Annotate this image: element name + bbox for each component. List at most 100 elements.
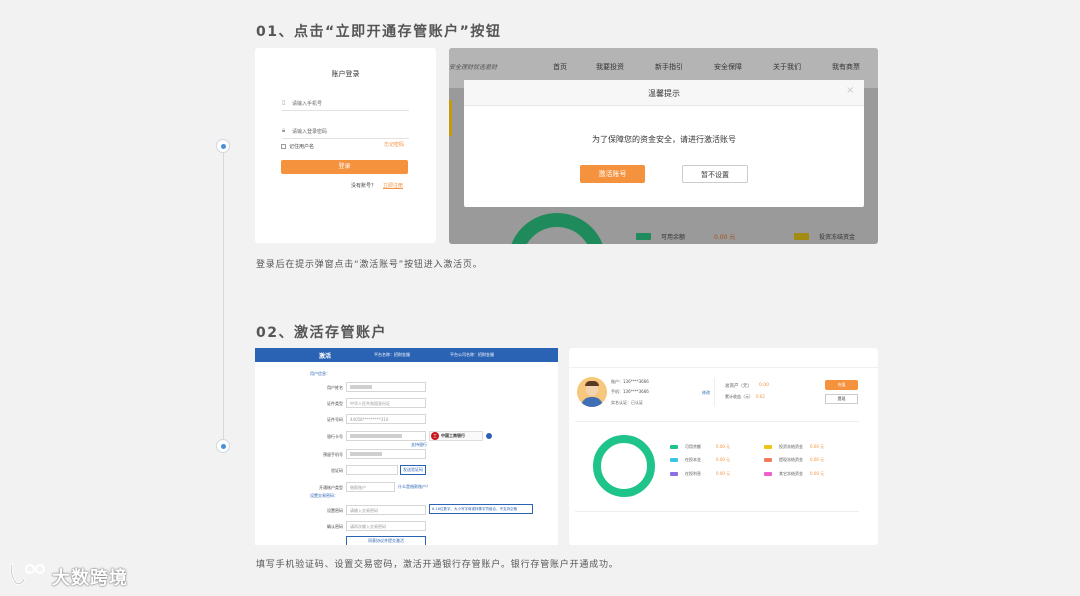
- field-label-code: 验证码: [331, 468, 343, 473]
- legend-value-1: 0.00 元: [716, 457, 731, 462]
- login-button[interactable]: 登录: [281, 160, 408, 174]
- withdraw-button[interactable]: 提现: [825, 394, 858, 404]
- legend-label-2: 在投利息: [685, 471, 701, 476]
- legend-swatch-5: [764, 472, 772, 476]
- password-underline: [282, 138, 409, 139]
- field-label-idnumber: 证件号码: [327, 417, 343, 422]
- nav-security[interactable]: 安全保障: [714, 62, 742, 72]
- field-label-set-password: 设置密码: [327, 508, 343, 513]
- phone-input-reserved[interactable]: [346, 449, 426, 459]
- idtype-select[interactable]: 中华人民共和国身份证: [346, 398, 426, 408]
- confirm-password-input[interactable]: 请再次输入交易密码: [346, 521, 426, 531]
- avatar: [577, 377, 607, 407]
- step1-title: 01、点击“立即开通存管账户”按钮: [256, 24, 502, 40]
- accumulated-value: 0.62: [756, 394, 765, 399]
- account-type-select[interactable]: 借款账户: [346, 482, 395, 492]
- section-user-info: 用户信息：: [310, 371, 330, 376]
- watermark-text: 大数跨境: [52, 568, 128, 589]
- divider-vertical: [714, 378, 715, 406]
- phone-icon: ▯: [282, 99, 286, 106]
- remember-label: 记住用户名: [289, 144, 315, 150]
- login-title: 账户登录: [331, 70, 360, 78]
- accumulated-label: 累计收益（元）: [725, 394, 753, 399]
- legend-label-3: 投资冻结资金: [779, 444, 803, 449]
- submit-activation-button[interactable]: 同意协议并提交激活: [346, 536, 426, 545]
- supported-banks-link[interactable]: 支持银行: [411, 442, 427, 448]
- total-assets-value: 0.00: [759, 383, 770, 388]
- section-password: 设置交易密码：: [310, 493, 338, 498]
- timeline-line: [223, 150, 224, 442]
- password-input[interactable]: 请输入登录密码: [292, 128, 327, 135]
- phone-line: 手机：136****3666: [611, 389, 649, 394]
- phone-input[interactable]: 请输入手机号: [292, 100, 322, 107]
- nav-invest[interactable]: 我要投资: [596, 62, 624, 72]
- legend-swatch-3: [764, 445, 772, 449]
- legend-label-5: 其它冻结资金: [779, 471, 803, 476]
- account-overview-screenshot: 账户：136****3666 手机：136****3666 实名认证：已认证 修…: [569, 348, 878, 545]
- set-password-input[interactable]: 请输入交易密码: [346, 505, 426, 515]
- bankcard-input[interactable]: [346, 431, 426, 441]
- nav-guide[interactable]: 新手指引: [655, 62, 683, 72]
- forgot-password-link[interactable]: 忘记密码: [384, 141, 404, 148]
- field-label-account-type: 开通账户类型: [319, 485, 343, 490]
- name-input[interactable]: [346, 382, 426, 392]
- legend-swatch-2: [670, 472, 678, 476]
- idnumber-input[interactable]: 44058*********310: [346, 414, 426, 424]
- legend-swatch-available: [636, 233, 651, 240]
- phone-underline: [282, 110, 409, 111]
- legend-available-value: 0.00 元: [714, 234, 736, 241]
- legend-value-4: 0.00 元: [810, 457, 825, 462]
- legend-value-0: 0.00 元: [716, 444, 731, 449]
- step2-caption: 填写手机验证码、设置交易密码，激活开通银行存管账户。银行存管账户开通成功。: [256, 560, 619, 570]
- nav-bills[interactable]: 我有商票: [832, 62, 860, 72]
- legend-label-1: 在投本金: [685, 457, 701, 462]
- legend-swatch-4: [764, 458, 772, 462]
- nav-home[interactable]: 首页: [553, 62, 567, 72]
- nav-about[interactable]: 关于我们: [773, 62, 801, 72]
- edit-link[interactable]: 修改: [702, 390, 710, 396]
- login-card: 账户登录 ▯ 请输入手机号 🔒︎ 请输入登录密码 记住用户名 忘记密码 登录 没…: [255, 48, 436, 243]
- total-assets-label: 总资产（元）: [725, 384, 752, 389]
- recharge-button[interactable]: 充值: [825, 380, 858, 390]
- dialog-message: 为了保障您的资金安全，请进行激活账号: [592, 135, 736, 144]
- close-icon[interactable]: ×: [846, 85, 854, 96]
- legend-value-5: 0.00 元: [810, 471, 825, 476]
- step1-caption: 登录后在提示弹窗点击“激活账号”按钮进入激活页。: [256, 260, 483, 270]
- legend-swatch-0: [670, 445, 678, 449]
- skip-button[interactable]: 暂不设置: [682, 165, 748, 183]
- legend-label-4: 提现冻结资金: [779, 457, 803, 462]
- legend-value-3: 0.00 元: [810, 444, 825, 449]
- auth-line: 实名认证：已认证: [611, 400, 643, 405]
- no-account-label: 没有账号？: [351, 183, 377, 189]
- field-label-name: 用户姓名: [327, 385, 343, 390]
- bank-info-icon[interactable]: [486, 433, 492, 439]
- divider-bottom: [575, 511, 859, 512]
- overview-topbar: [569, 348, 878, 368]
- field-label-bankcard: 银行卡号: [327, 434, 343, 439]
- step2-title: 02、激活存管账户: [256, 325, 387, 341]
- donut-chart-assets: [593, 435, 655, 497]
- site-slogan: 安全理财就选君财: [449, 64, 498, 71]
- divider-top: [575, 421, 859, 422]
- donut-chart: [508, 213, 606, 244]
- account-line: 账户：136****3666: [611, 379, 649, 384]
- legend-value-2: 0.00 元: [716, 471, 731, 476]
- form-header-tab2: 平台公司名称：招财金服: [450, 352, 494, 357]
- legend-available-label: 可用余额: [661, 234, 686, 241]
- remember-checkbox[interactable]: [281, 144, 286, 149]
- code-input[interactable]: [346, 465, 398, 475]
- legend-label-0: 可用余额: [685, 444, 701, 449]
- password-tip: 6-16位数字、大小写字母或特殊字符组合，不支持空格: [429, 504, 533, 514]
- field-label-idtype: 证件类型: [327, 401, 343, 406]
- activate-account-button[interactable]: 激活账号: [580, 165, 645, 183]
- side-accent: [449, 100, 452, 136]
- field-label-confirm-password: 确认密码: [327, 524, 343, 529]
- watermark-logo-icon: [8, 561, 48, 587]
- bank-name: 中国工商银行: [441, 433, 465, 438]
- register-link[interactable]: 立即注册: [383, 182, 403, 189]
- account-type-help-link[interactable]: 什么是借款账户？: [398, 484, 430, 490]
- form-header-tab1: 平台名称：招财金服: [374, 352, 410, 357]
- send-code-button[interactable]: 发送验证码: [400, 465, 426, 475]
- lock-icon: 🔒︎: [282, 127, 286, 134]
- icbc-logo-icon: 工: [431, 432, 439, 440]
